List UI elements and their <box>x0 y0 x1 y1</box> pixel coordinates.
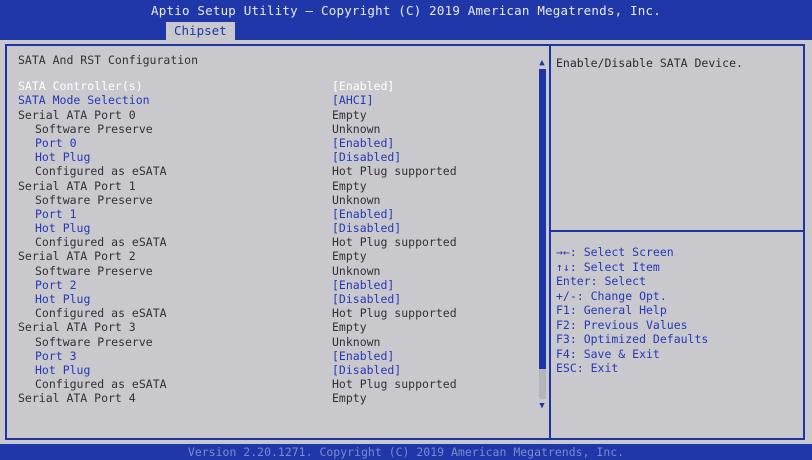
app-title: Aptio Setup Utility – Copyright (C) 2019… <box>151 3 661 18</box>
setting-value[interactable]: [AHCI] <box>332 93 374 107</box>
section-heading: SATA And RST Configuration <box>18 53 533 67</box>
key-hint: Enter: Select <box>556 274 647 288</box>
setting-value[interactable]: [Enabled] <box>332 136 394 150</box>
setting-label: Serial ATA Port 1 <box>18 178 136 193</box>
help-description: Enable/Disable SATA Device. <box>556 56 743 70</box>
tab-chipset[interactable]: Chipset <box>166 22 235 40</box>
setting-value: Empty <box>332 249 367 264</box>
setting-row-serial-ata-port-2: Serial ATA Port 2 Empty <box>18 249 533 263</box>
setting-value[interactable]: [Disabled] <box>332 221 401 235</box>
setting-label[interactable]: Port 2 <box>35 278 77 292</box>
header-bar: Aptio Setup Utility – Copyright (C) 2019… <box>0 0 812 40</box>
key-legend: →←: Select Screen ↑↓: Select Item Enter: S… <box>556 245 708 376</box>
setting-row-configured-as-esata: Configured as eSATA Hot Plug supported <box>18 377 533 391</box>
setting-row-port-3[interactable]: Port 3 [Enabled] <box>18 349 533 363</box>
setting-row-sata-controller-s[interactable]: SATA Controller(s) [Enabled] <box>18 79 533 93</box>
setting-label[interactable]: Hot Plug <box>35 150 90 164</box>
setting-value: Empty <box>332 178 367 193</box>
setting-value: Empty <box>332 320 367 335</box>
setting-value: Hot Plug supported <box>332 164 457 179</box>
key-hint: F4: Save & Exit <box>556 346 660 361</box>
footer-text: Version 2.20.1271. Copyright (C) 2019 Am… <box>187 445 625 459</box>
setting-value: Empty <box>332 391 367 406</box>
setting-value[interactable]: [Disabled] <box>332 292 401 306</box>
setting-label[interactable]: SATA Mode Selection <box>18 93 150 107</box>
panel-divider <box>549 44 551 440</box>
section-heading-label: SATA And RST Configuration <box>18 53 199 67</box>
key-hint: F2: Previous Values <box>556 317 688 332</box>
setting-value: Hot Plug supported <box>332 235 457 250</box>
setting-value: Unknown <box>332 121 381 136</box>
setting-row-serial-ata-port-1: Serial ATA Port 1 Empty <box>18 179 533 193</box>
setting-row-hot-plug[interactable]: Hot Plug [Disabled] <box>18 363 533 377</box>
setting-row-configured-as-esata: Configured as eSATA Hot Plug supported <box>18 306 533 320</box>
settings-list: SATA And RST Configuration SATA Controll… <box>18 53 533 406</box>
setting-label: Software Preserve <box>35 263 153 278</box>
setting-value[interactable]: [Enabled] <box>332 349 394 363</box>
setting-value: Hot Plug supported <box>332 306 457 321</box>
scroll-up-icon[interactable]: ▲ <box>536 58 548 68</box>
setting-row-hot-plug[interactable]: Hot Plug [Disabled] <box>18 221 533 235</box>
setting-row-serial-ata-port-3: Serial ATA Port 3 Empty <box>18 320 533 334</box>
setting-row-configured-as-esata: Configured as eSATA Hot Plug supported <box>18 235 533 249</box>
setting-row-software-preserve: Software Preserve Unknown <box>18 193 533 207</box>
setting-label[interactable]: Hot Plug <box>35 363 90 377</box>
setting-label[interactable]: Hot Plug <box>35 221 90 235</box>
scroll-thumb[interactable] <box>539 69 546 369</box>
setting-label: Configured as eSATA <box>35 235 167 250</box>
help-divider <box>551 230 803 232</box>
scroll-down-icon[interactable]: ▼ <box>536 401 548 411</box>
setting-label: Software Preserve <box>35 192 153 207</box>
setting-label[interactable]: SATA Controller(s) <box>18 79 143 93</box>
setting-label: Serial ATA Port 2 <box>18 249 136 264</box>
setting-row-software-preserve: Software Preserve Unknown <box>18 335 533 349</box>
setting-row-port-0[interactable]: Port 0 [Enabled] <box>18 136 533 150</box>
setting-label: Configured as eSATA <box>35 377 167 392</box>
setting-label: Software Preserve <box>35 121 153 136</box>
key-hint: →←: Select Screen <box>556 245 674 259</box>
footer-bar: Version 2.20.1271. Copyright (C) 2019 Am… <box>0 444 812 460</box>
setting-value: Unknown <box>332 334 381 349</box>
setting-row-hot-plug[interactable]: Hot Plug [Disabled] <box>18 150 533 164</box>
key-hint: F3: Optimized Defaults <box>556 332 709 346</box>
setting-row-software-preserve: Software Preserve Unknown <box>18 122 533 136</box>
key-hint: +/-: Change Opt. <box>556 288 667 303</box>
setting-row-port-1[interactable]: Port 1 [Enabled] <box>18 207 533 221</box>
setting-value[interactable]: [Enabled] <box>332 79 394 93</box>
setting-value[interactable]: [Enabled] <box>332 278 394 292</box>
key-hint: ESC: Exit <box>556 361 619 375</box>
setting-value[interactable]: [Disabled] <box>332 363 401 377</box>
setting-label: Configured as eSATA <box>35 164 167 179</box>
key-hint: ↑↓: Select Item <box>556 259 660 274</box>
setting-value: Empty <box>332 107 367 122</box>
setting-label: Configured as eSATA <box>35 306 167 321</box>
setting-row-configured-as-esata: Configured as eSATA Hot Plug supported <box>18 164 533 178</box>
setting-row-port-2[interactable]: Port 2 [Enabled] <box>18 278 533 292</box>
setting-row-sata-mode-selection[interactable]: SATA Mode Selection [AHCI] <box>18 93 533 107</box>
key-hint: F1: General Help <box>556 303 667 317</box>
setting-label: Serial ATA Port 4 <box>18 391 136 406</box>
setting-label[interactable]: Port 0 <box>35 136 77 150</box>
setting-value[interactable]: [Disabled] <box>332 150 401 164</box>
setting-label[interactable]: Hot Plug <box>35 292 90 306</box>
setting-label[interactable]: Port 3 <box>35 349 77 363</box>
setting-row-serial-ata-port-0: Serial ATA Port 0 Empty <box>18 108 533 122</box>
setting-value: Unknown <box>332 192 381 207</box>
setting-label[interactable]: Port 1 <box>35 207 77 221</box>
setting-value: Hot Plug supported <box>332 377 457 392</box>
setting-value[interactable]: [Enabled] <box>332 207 394 221</box>
setting-label: Software Preserve <box>35 334 153 349</box>
scrollbar[interactable]: ▲ ▼ <box>536 58 548 411</box>
setting-row-hot-plug[interactable]: Hot Plug [Disabled] <box>18 292 533 306</box>
setting-row-software-preserve: Software Preserve Unknown <box>18 264 533 278</box>
setting-value: Unknown <box>332 263 381 278</box>
setting-row-serial-ata-port-4: Serial ATA Port 4 Empty <box>18 391 533 405</box>
setting-label: Serial ATA Port 3 <box>18 320 136 335</box>
setting-label: Serial ATA Port 0 <box>18 107 136 122</box>
